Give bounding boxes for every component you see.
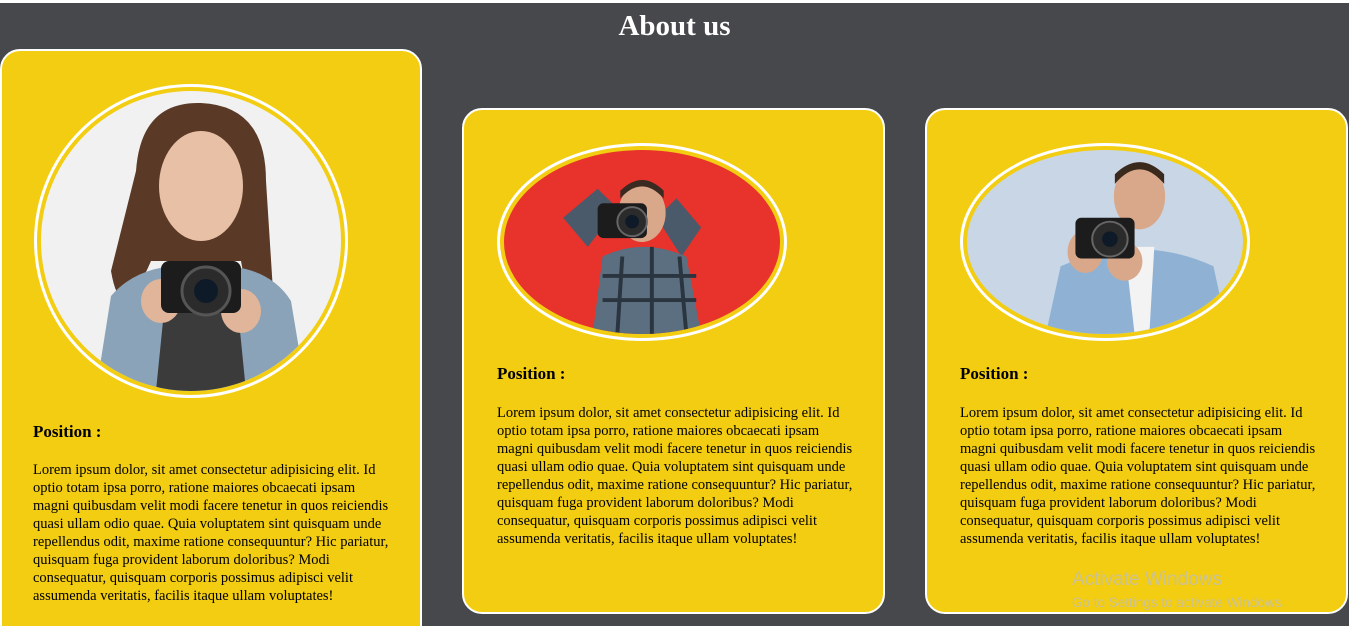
position-label: Position : bbox=[960, 364, 1029, 383]
photographer-man-denim-photo bbox=[967, 150, 1243, 334]
photo-frame bbox=[497, 143, 787, 341]
photographer-man-plaid-photo bbox=[504, 150, 780, 334]
position-label: Position : bbox=[33, 422, 102, 441]
about-section: About us Position: Lorem ipsum dolor, s… bbox=[0, 3, 1349, 626]
page-title: About us bbox=[618, 10, 731, 43]
photographer-woman-photo bbox=[41, 91, 341, 391]
photo-frame bbox=[34, 84, 348, 398]
team-card-3: Position : Lorem ipsum dolor, sit amet c… bbox=[925, 108, 1348, 614]
team-card-2: Position : Lorem ipsum dolor, sit amet c… bbox=[462, 108, 885, 614]
team-card-1: Position : Lorem ipsum dolor, sit amet c… bbox=[0, 49, 422, 626]
photo-frame bbox=[960, 143, 1250, 341]
description-text: Lorem ipsum dolor, sit amet consectetur … bbox=[33, 462, 389, 604]
description-text: Lorem ipsum dolor, sit amet consectetur … bbox=[497, 405, 853, 547]
position-label: Position : bbox=[497, 364, 566, 383]
description-text: Lorem ipsum dolor, sit amet consectetur … bbox=[960, 405, 1316, 547]
